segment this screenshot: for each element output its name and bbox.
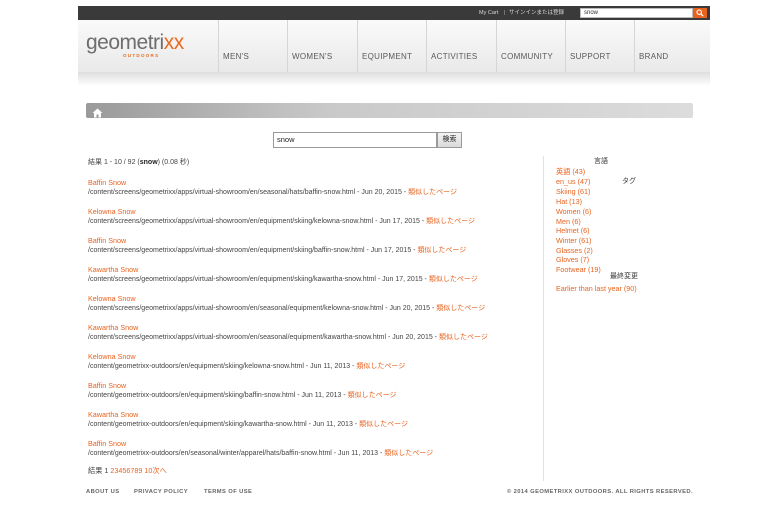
nav-womens[interactable]: WOMEN'S xyxy=(287,20,357,72)
sidebar-divider xyxy=(543,156,544,481)
similar-pages-link[interactable]: 類似したページ xyxy=(439,334,488,341)
result-title-link[interactable]: Baffin Snow xyxy=(88,178,528,188)
similar-pages-link[interactable]: 類似したページ xyxy=(356,363,405,370)
search-icon xyxy=(696,9,704,17)
logo-subtitle: OUTDOORS xyxy=(123,53,160,58)
facet-language-english[interactable]: 英語 (43) xyxy=(556,167,696,177)
footer-terms-link[interactable]: TERMS OF USE xyxy=(204,489,252,495)
result-item: Baffin Snow /content/screens/geometrixx/… xyxy=(88,178,528,207)
facet-tag-helmet[interactable]: Helmet (6) xyxy=(556,226,696,236)
result-item: Kawartha Snow /content/screens/geometrix… xyxy=(88,323,528,352)
site-footer: ABOUT US PRIVACY POLICY TERMS OF USE © 2… xyxy=(86,489,693,499)
facet-tag-women[interactable]: Women (6) xyxy=(556,207,696,217)
site-logo[interactable]: geometrixx OUTDOORS xyxy=(86,32,196,62)
result-title-link[interactable]: Baffin Snow xyxy=(88,439,528,449)
breadcrumb xyxy=(86,103,693,118)
facet-modified-earlier[interactable]: Earlier than last year (90) xyxy=(556,284,696,294)
page-link[interactable]: 9 xyxy=(138,466,142,475)
result-title-link[interactable]: Kawartha Snow xyxy=(88,410,528,420)
result-title-link[interactable]: Kelowna Snow xyxy=(88,352,528,362)
result-path: /content/screens/geometrixx/apps/virtual… xyxy=(88,305,486,312)
nav-brand[interactable]: BRAND xyxy=(634,20,704,72)
result-item: Kelowna Snow /content/geometrixx-outdoor… xyxy=(88,352,528,381)
result-path: /content/screens/geometrixx/apps/virtual… xyxy=(88,189,457,196)
nav-equipment[interactable]: EQUIPMENT xyxy=(357,20,426,72)
my-cart-link[interactable]: My Cart xyxy=(479,6,498,20)
next-page-link[interactable]: 次へ xyxy=(152,466,166,475)
result-item: Kawartha Snow /content/screens/geometrix… xyxy=(88,265,528,294)
footer-copyright: © 2014 GEOMETRIXX OUTDOORS. ALL RIGHTS R… xyxy=(506,489,693,495)
nav-support[interactable]: SUPPORT xyxy=(565,20,634,72)
similar-pages-link[interactable]: 類似したページ xyxy=(348,392,397,399)
result-item: Kelowna Snow /content/screens/geometrixx… xyxy=(88,294,528,323)
result-item: Baffin Snow /content/geometrixx-outdoors… xyxy=(88,439,528,468)
facet-tag-glasses[interactable]: Glasses (2) xyxy=(556,246,696,256)
similar-pages-link[interactable]: 類似したページ xyxy=(436,305,485,312)
result-path: /content/screens/geometrixx/apps/virtual… xyxy=(88,218,475,225)
results-list: Baffin Snow /content/screens/geometrixx/… xyxy=(88,178,528,468)
result-title-link[interactable]: Kawartha Snow xyxy=(88,265,528,275)
utility-bar: My Cart | サインインまたは登録 snow xyxy=(78,6,710,20)
facet-tag-winter[interactable]: Winter (61) xyxy=(556,236,696,246)
facets-sidebar: 言語 英語 (43) en_us (47) タグ Skiing (61) Hat… xyxy=(556,157,696,293)
result-path: /content/geometrixx-outdoors/en/seasonal… xyxy=(88,450,434,457)
header-search-input[interactable]: snow xyxy=(580,8,693,18)
result-item: Baffin Snow /content/geometrixx-outdoors… xyxy=(88,381,528,410)
result-title-link[interactable]: Kelowna Snow xyxy=(88,294,528,304)
site-header: geometrixx OUTDOORS MEN'S WOMEN'S EQUIPM… xyxy=(78,20,710,72)
facet-tag-skiing[interactable]: Skiing (61) xyxy=(556,187,696,197)
signin-link[interactable]: サインインまたは登録 xyxy=(509,6,564,20)
result-path: /content/geometrixx-outdoors/en/equipmen… xyxy=(88,392,397,399)
utility-separator: | xyxy=(504,10,506,16)
similar-pages-link[interactable]: 類似したページ xyxy=(359,421,408,428)
pagination-label: 結果 xyxy=(88,466,103,475)
result-item: Kelowna Snow /content/screens/geometrixx… xyxy=(88,207,528,236)
logo-wordmark: geometrixx xyxy=(86,31,184,54)
result-path: /content/screens/geometrixx/apps/virtual… xyxy=(88,334,488,341)
similar-pages-link[interactable]: 類似したページ xyxy=(417,247,466,254)
similar-pages-link[interactable]: 類似したページ xyxy=(408,189,457,196)
facet-tag-men[interactable]: Men (6) xyxy=(556,217,696,227)
facet-tag-hat[interactable]: Hat (13) xyxy=(556,197,696,207)
similar-pages-link[interactable]: 類似したページ xyxy=(429,276,478,283)
search-button[interactable]: 検索 xyxy=(437,132,462,148)
result-path: /content/geometrixx-outdoors/en/equipmen… xyxy=(88,363,406,370)
result-path: /content/screens/geometrixx/apps/virtual… xyxy=(88,247,467,254)
pagination: 結果 1 23456789 10次へ xyxy=(88,466,167,476)
footer-privacy-link[interactable]: PRIVACY POLICY xyxy=(134,489,188,495)
page: My Cart | サインインまたは登録 snow geometrixx OUT… xyxy=(78,6,710,506)
home-icon[interactable] xyxy=(92,105,103,123)
pagination-current: 1 xyxy=(104,466,109,475)
search-input[interactable]: snow xyxy=(273,132,437,148)
header-search-button[interactable] xyxy=(693,8,707,18)
language-facet-heading: 言語 xyxy=(594,158,608,165)
result-path: /content/screens/geometrixx/apps/virtual… xyxy=(88,276,478,283)
result-title-link[interactable]: Baffin Snow xyxy=(88,381,528,391)
similar-pages-link[interactable]: 類似したページ xyxy=(384,450,433,457)
results-summary: 結果 1 - 10 / 92 (snow) (0.08 秒) xyxy=(88,159,190,166)
nav-activities[interactable]: ACTIVITIES xyxy=(426,20,496,72)
header-shadow xyxy=(78,72,710,86)
similar-pages-link[interactable]: 類似したページ xyxy=(426,218,475,225)
result-item: Baffin Snow /content/screens/geometrixx/… xyxy=(88,236,528,265)
result-title-link[interactable]: Kelowna Snow xyxy=(88,207,528,217)
nav-community[interactable]: COMMUNITY xyxy=(496,20,565,72)
result-path: /content/geometrixx-outdoors/en/equipmen… xyxy=(88,421,408,428)
result-title-link[interactable]: Kawartha Snow xyxy=(88,323,528,333)
facet-tag-gloves[interactable]: Gloves (7) xyxy=(556,255,696,265)
nav-mens[interactable]: MEN'S xyxy=(218,20,287,72)
footer-about-link[interactable]: ABOUT US xyxy=(86,489,119,495)
result-item: Kawartha Snow /content/geometrixx-outdoo… xyxy=(88,410,528,439)
result-title-link[interactable]: Baffin Snow xyxy=(88,236,528,246)
